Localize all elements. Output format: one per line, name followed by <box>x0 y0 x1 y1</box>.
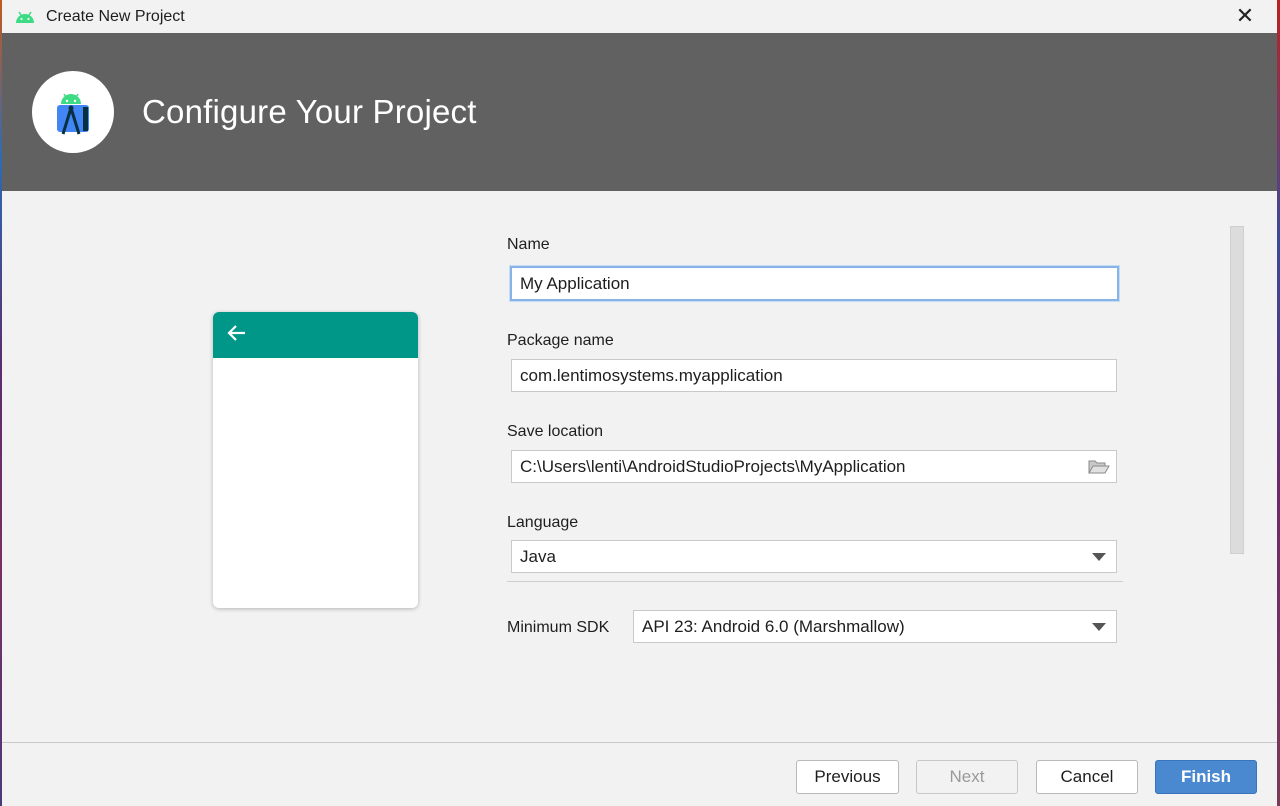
minimum-sdk-label: Minimum SDK <box>507 619 610 636</box>
save-location-label: Save location <box>507 423 604 440</box>
chevron-down-icon <box>1092 552 1106 561</box>
cancel-button[interactable]: Cancel <box>1036 760 1138 794</box>
name-label: Name <box>507 236 550 253</box>
next-button[interactable]: Next <box>916 760 1018 794</box>
name-input[interactable] <box>520 273 1109 294</box>
language-dropdown[interactable]: Java <box>511 540 1117 573</box>
android-icon <box>14 9 36 25</box>
package-name-label: Package name <box>507 332 614 349</box>
package-name-field[interactable] <box>511 359 1117 392</box>
footer-divider <box>2 742 1277 743</box>
save-location-field[interactable] <box>511 450 1117 483</box>
scrollbar[interactable] <box>1230 226 1244 554</box>
preview-app-bar <box>213 312 418 358</box>
arrow-left-icon <box>227 324 247 347</box>
minimum-sdk-dropdown[interactable]: API 23: Android 6.0 (Marshmallow) <box>633 610 1117 643</box>
window-title: Create New Project <box>46 7 185 25</box>
title-bar: Create New Project ✕ <box>2 0 1277 33</box>
activity-preview <box>213 312 418 608</box>
save-location-input[interactable] <box>520 456 1080 477</box>
android-studio-logo-icon <box>32 71 114 153</box>
chevron-down-icon <box>1092 622 1106 631</box>
minimum-sdk-value: API 23: Android 6.0 (Marshmallow) <box>642 616 905 636</box>
finish-button[interactable]: Finish <box>1155 760 1257 794</box>
language-label: Language <box>507 514 579 531</box>
previous-button[interactable]: Previous <box>796 760 899 794</box>
wizard-header: Configure Your Project <box>2 33 1277 191</box>
name-field[interactable] <box>510 266 1119 301</box>
package-name-input[interactable] <box>520 365 1108 386</box>
folder-open-icon[interactable] <box>1088 458 1110 480</box>
language-value: Java <box>520 546 556 566</box>
close-icon[interactable]: ✕ <box>1233 3 1257 28</box>
divider <box>507 581 1123 582</box>
page-title: Configure Your Project <box>142 93 477 130</box>
